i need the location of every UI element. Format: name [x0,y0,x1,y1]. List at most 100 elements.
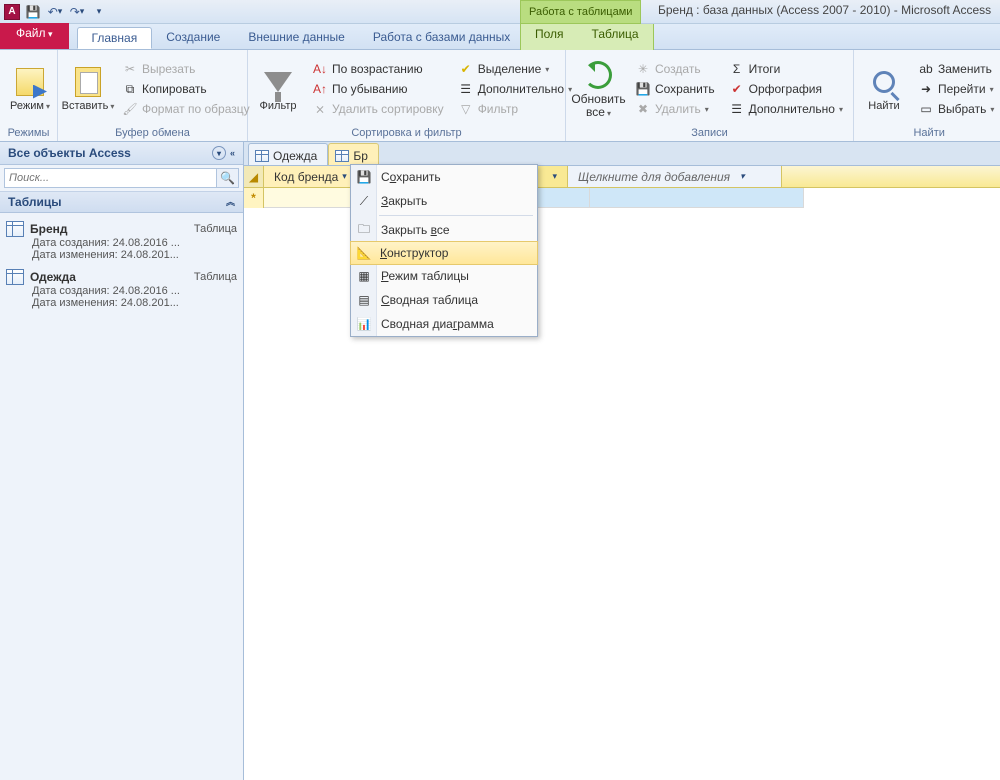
view-button[interactable]: Режим [6,53,54,125]
qat-undo-button[interactable]: ↶▾ [46,3,64,21]
paste-icon [75,67,101,97]
view-button-label: Режим [10,100,50,113]
doc-tab-odezhda[interactable]: Одежда [248,143,328,165]
table-icon [6,269,24,285]
tab-database-tools[interactable]: Работа с базами данных [359,27,524,49]
selection-button[interactable]: ✔Выделение [454,60,576,78]
totals-button[interactable]: ΣИтоги [725,60,847,78]
clear-sort-icon: ⨯ [312,101,328,117]
tab-create[interactable]: Создание [152,27,234,49]
paste-label: Вставить [62,100,115,113]
column-header-add[interactable]: Щелкните для добавления▾ [568,166,782,187]
navigation-pane: Все объекты Access ▾ « 🔍 Таблицы ︽ Бренд… [0,142,244,780]
goto-icon: ➜ [918,81,934,97]
nav-filter-dropdown[interactable]: ▾ [212,146,226,160]
delete-record-button[interactable]: ✖Удалить [631,100,719,118]
toggle-filter-button[interactable]: ▽Фильтр [454,100,576,118]
paste-button[interactable]: Вставить [64,53,112,125]
group-views-label: Режимы [6,125,51,139]
find-button[interactable]: Найти [860,53,908,125]
tab-fields[interactable]: Поля [521,24,578,46]
chevron-up-icon: ︽ [226,195,235,209]
sort-desc-icon: A↑ [312,81,328,97]
format-painter-button[interactable]: 🖌Формат по образцу [118,100,254,118]
new-record-button[interactable]: ✳Создать [631,60,719,78]
document-tabs: Одежда Бр [244,142,1000,166]
group-sort-filter: Фильтр A↓По возрастанию A↑По убыванию ⨯У… [248,50,566,141]
nav-search-button[interactable]: 🔍 [217,168,239,188]
doc-tab-brand[interactable]: Бр [328,143,379,165]
select-button[interactable]: ▭Выбрать [914,100,998,118]
new-row-add-cell[interactable] [590,188,804,208]
nav-meta-modified: Дата изменения: 24.08.201... [6,249,237,261]
delete-icon: ✖ [635,101,651,117]
filter-icon [264,72,292,92]
nav-search-row: 🔍 [0,165,243,192]
tab-table[interactable]: Таблица [578,24,653,46]
filter-button[interactable]: Фильтр [254,53,302,125]
sort-desc-button[interactable]: A↑По убыванию [308,80,448,98]
group-records-label: Записи [572,125,847,139]
copy-icon: ⧉ [122,81,138,97]
tab-home[interactable]: Главная [77,27,153,49]
refresh-all-button[interactable]: Обновить все [572,53,625,125]
new-icon: ✳ [635,61,651,77]
copy-button[interactable]: ⧉Копировать [118,80,254,98]
save-icon: 💾 [355,168,373,186]
brush-icon: 🖌 [122,101,138,117]
refresh-icon [584,61,612,89]
select-all-cell[interactable]: ◢ [244,166,264,187]
more-records-button[interactable]: ☰Дополнительно [725,100,847,118]
replace-button[interactable]: abЗаменить [914,60,998,78]
clear-sort-button[interactable]: ⨯Удалить сортировку [308,100,448,118]
ctx-design-view[interactable]: 📐 Конструктор [350,241,538,265]
group-sortfilter-label: Сортировка и фильтр [254,125,559,139]
nav-items: Бренд Таблица Дата создания: 24.08.2016 … [0,213,243,317]
find-label: Найти [868,100,899,112]
ctx-close[interactable]: ⟋ Закрыть [351,189,537,213]
toggle-filter-icon: ▽ [458,101,474,117]
group-find-label: Найти [860,125,998,139]
qat-redo-button[interactable]: ↷▾ [68,3,86,21]
goto-button[interactable]: ➜Перейти [914,80,998,98]
advanced-filter-button[interactable]: ☰Дополнительно [454,80,576,98]
ribbon-tabs-row: Файл Главная Создание Внешние данные Раб… [0,24,1000,50]
contextual-tab-header: Работа с таблицами [520,0,641,24]
tab-file[interactable]: Файл [0,23,69,49]
ctx-datasheet-view[interactable]: ▦ Режим таблицы [351,264,537,288]
nav-pane-header[interactable]: Все объекты Access ▾ « [0,142,243,165]
quick-access-toolbar: A 💾 ↶▾ ↷▾ ▾ [0,3,112,21]
save-icon: 💾 [635,81,651,97]
spelling-button[interactable]: ✔Орфография [725,80,847,98]
nav-group-tables[interactable]: Таблицы ︽ [0,192,243,213]
table-icon [335,150,349,162]
save-record-button[interactable]: 💾Сохранить [631,80,719,98]
sort-asc-button[interactable]: A↓По возрастанию [308,60,448,78]
nav-meta-created: Дата создания: 24.08.2016 ... [6,237,237,249]
sigma-icon: Σ [729,61,745,77]
ctx-separator [379,215,533,216]
nav-collapse-button[interactable]: « [230,148,235,158]
table-icon [6,221,24,237]
ctx-pivot-chart[interactable]: 📊 Сводная диаграмма [351,312,537,336]
window-title: Бренд : база данных (Access 2007 - 2010)… [658,3,991,17]
nav-item-brand[interactable]: Бренд Таблица Дата создания: 24.08.2016 … [2,217,241,265]
close-all-icon: 🗀 [355,221,373,239]
ctx-pivot-table[interactable]: ▤ Сводная таблица [351,288,537,312]
ctx-save[interactable]: 💾 Сохранить [351,165,537,189]
cut-button[interactable]: ✂Вырезать [118,60,254,78]
selection-icon: ✔ [458,61,474,77]
group-clipboard: Вставить ✂Вырезать ⧉Копировать 🖌Формат п… [58,50,248,141]
pivot-chart-icon: 📊 [355,315,373,333]
design-icon: 📐 [355,244,373,262]
redo-icon: ↷ [70,5,80,19]
qat-save-button[interactable]: 💾 [24,3,42,21]
advanced-icon: ☰ [458,81,474,97]
qat-customize-button[interactable]: ▾ [90,3,108,21]
nav-item-odezhda[interactable]: Одежда Таблица Дата создания: 24.08.2016… [2,265,241,313]
tab-external-data[interactable]: Внешние данные [234,27,359,49]
nav-meta-created: Дата создания: 24.08.2016 ... [6,285,237,297]
nav-search-input[interactable] [4,168,217,188]
ctx-close-all[interactable]: 🗀 Закрыть все [351,218,537,242]
close-icon: ⟋ [355,192,373,210]
